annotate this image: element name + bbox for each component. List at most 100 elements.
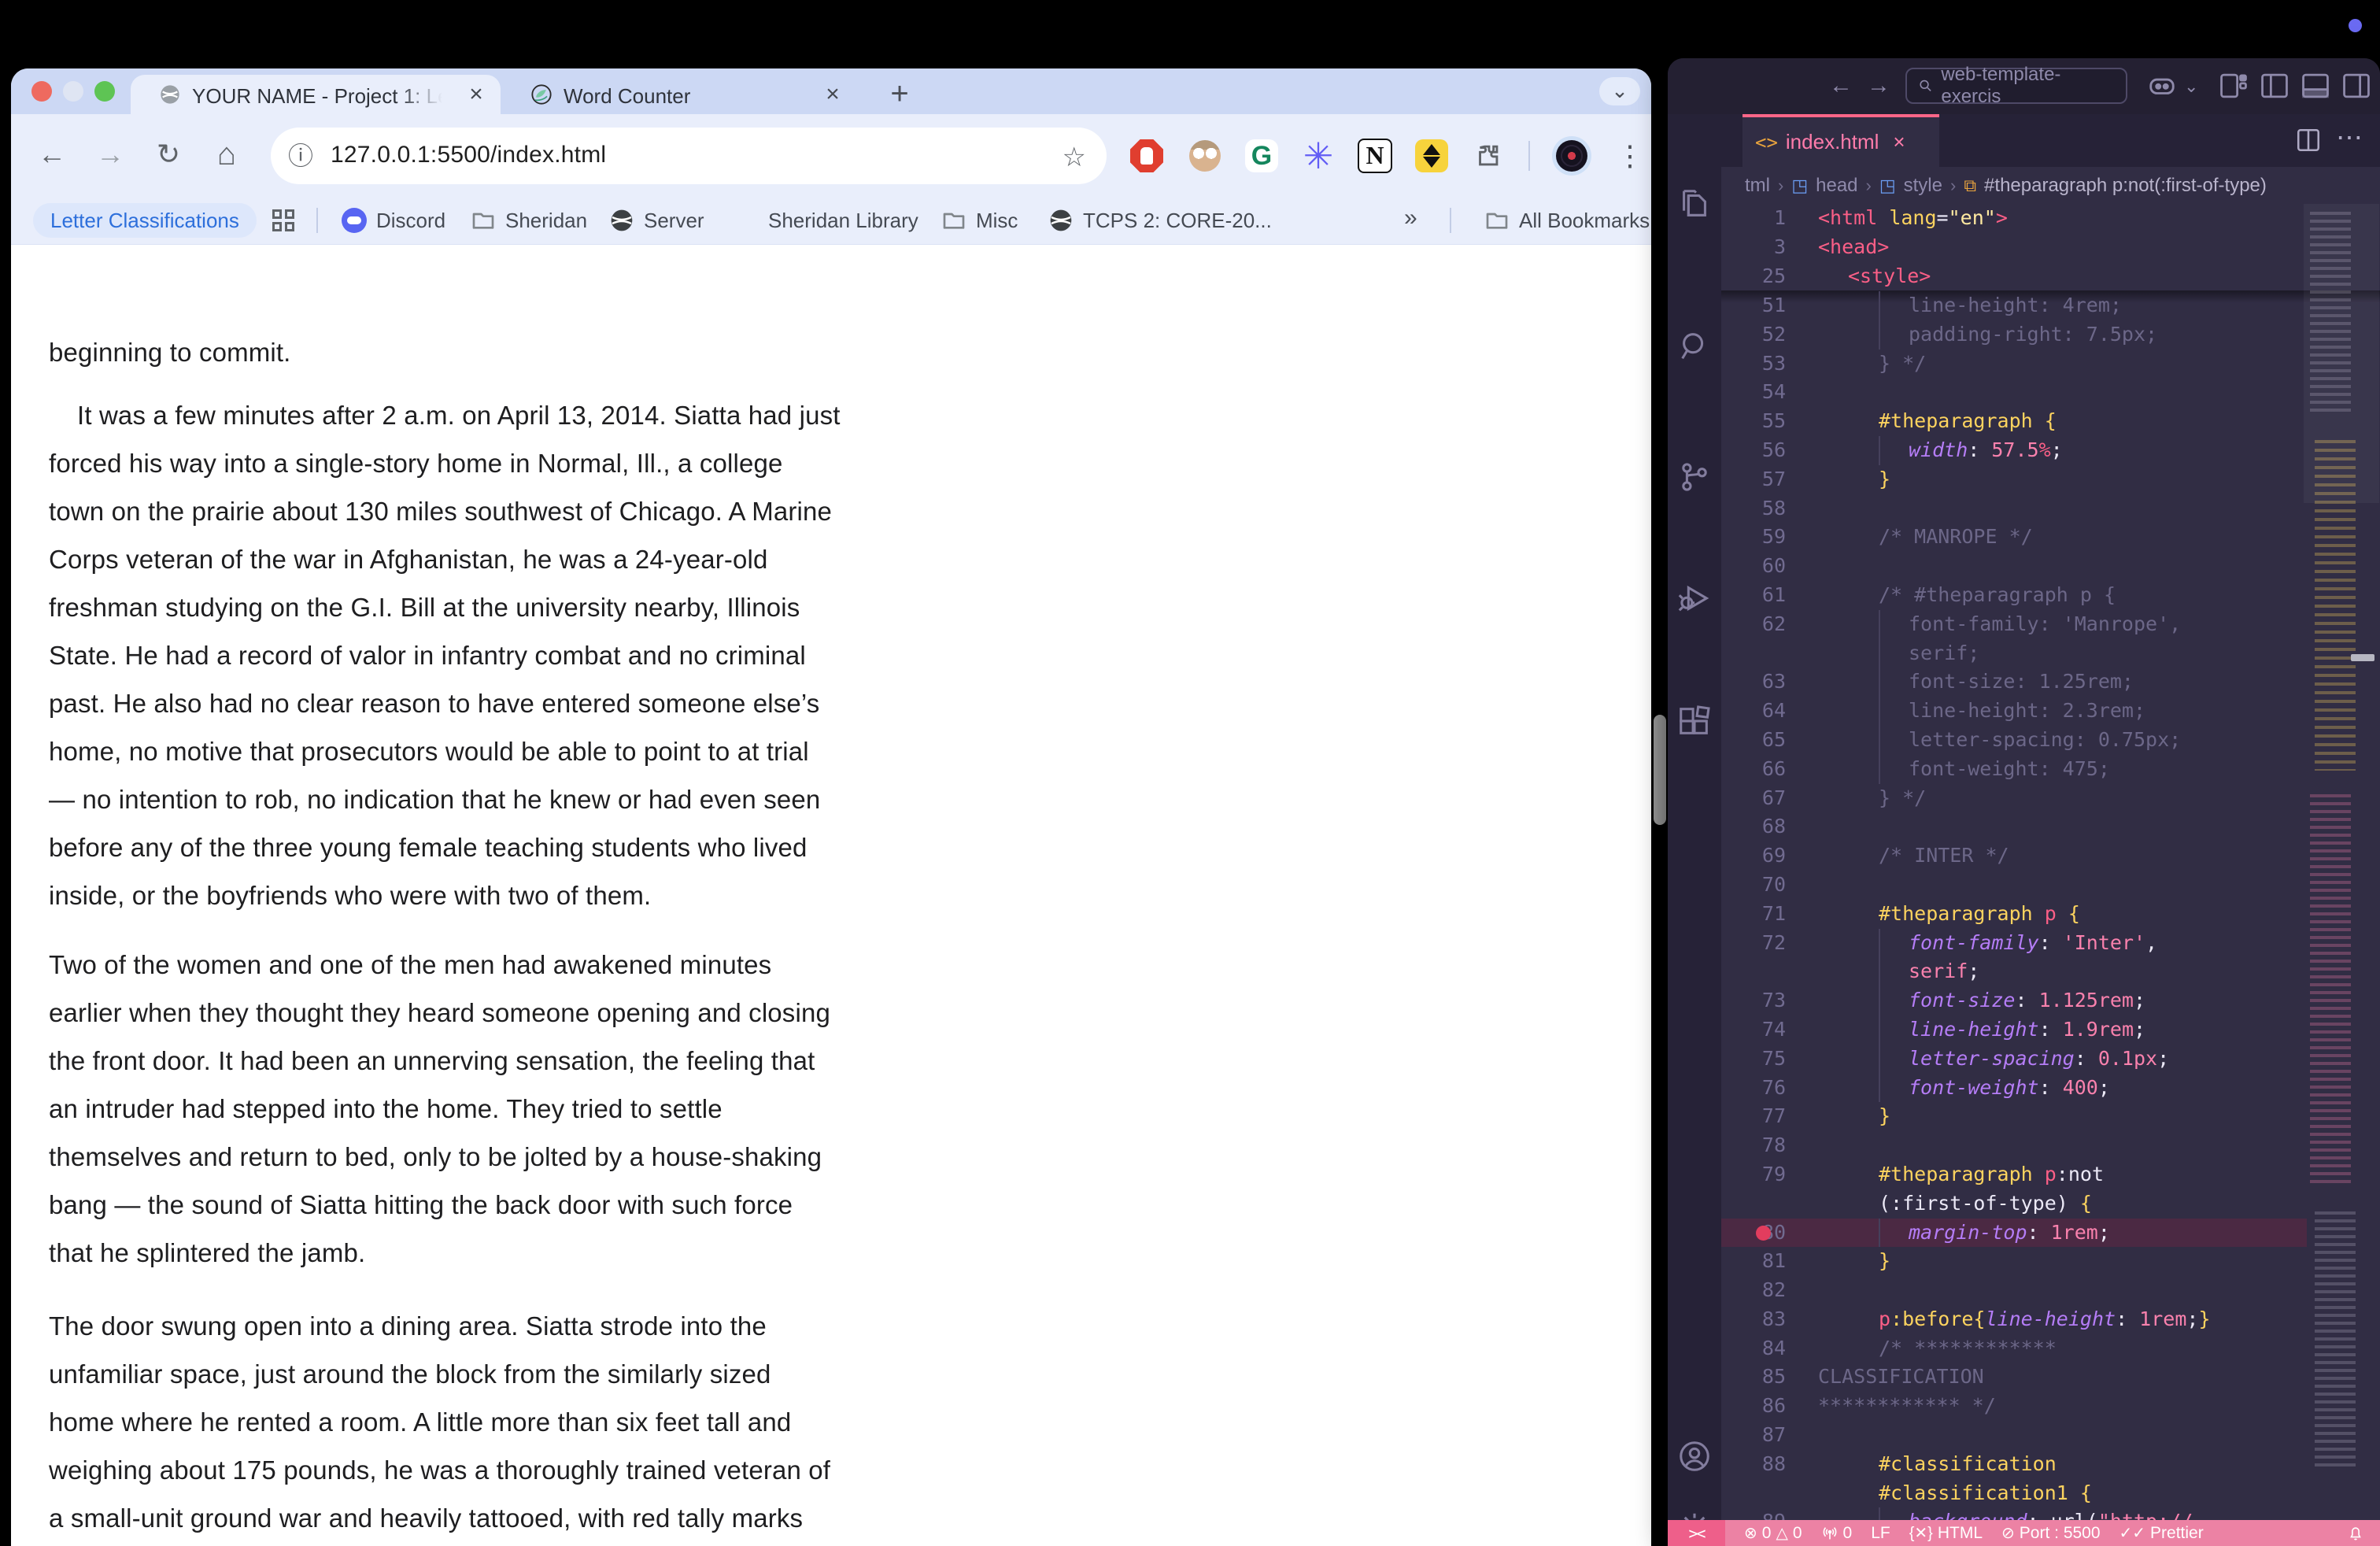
line-number[interactable]: 72 (1721, 929, 1797, 958)
problems-status[interactable]: ⊗ 0 △ 0 (1744, 1523, 1802, 1543)
more-actions-icon[interactable]: ⋯ (2336, 122, 2363, 153)
code-line[interactable]: 51line-height: 4rem; (1721, 291, 2380, 320)
tab-close-icon[interactable]: × (819, 82, 846, 109)
code-lines[interactable]: 51line-height: 4rem;52padding-right: 7.5… (1721, 291, 2380, 1537)
line-number[interactable]: 88 (1721, 1450, 1797, 1479)
line-number[interactable]: 84 (1721, 1334, 1797, 1363)
breakpoint-icon[interactable] (1756, 1226, 1771, 1241)
copilot-icon[interactable] (2146, 71, 2178, 101)
diamond-extension-icon[interactable] (1414, 138, 1450, 174)
line-number[interactable]: 69 (1721, 841, 1797, 871)
code-line[interactable]: 73font-size: 1.125rem; (1721, 986, 2380, 1015)
nav-forward-icon[interactable]: → (1863, 69, 1894, 102)
bookmark-discord[interactable]: Discord (342, 197, 445, 244)
line-number[interactable]: 71 (1721, 900, 1797, 929)
line-number[interactable]: 56 (1721, 436, 1797, 465)
explorer-icon[interactable] (1676, 187, 1713, 223)
forward-button[interactable]: → (90, 135, 131, 176)
tab-close-icon[interactable]: × (1893, 130, 1905, 154)
line-number[interactable]: 79 (1721, 1160, 1797, 1189)
breadcrumbs[interactable]: tml › ◳ head › ◳ style › ⧉ #theparagraph… (1721, 167, 2380, 204)
toggle-secondary-sidebar-icon[interactable] (2341, 72, 2371, 99)
window-close-button[interactable] (31, 81, 52, 102)
line-number[interactable]: 78 (1721, 1131, 1797, 1160)
line-number[interactable]: 83 (1721, 1305, 1797, 1334)
customize-layout-icon[interactable] (2219, 72, 2249, 99)
line-number[interactable]: 55 (1721, 407, 1797, 436)
run-debug-icon[interactable] (1676, 580, 1713, 616)
code-line[interactable]: serif; (1721, 957, 2380, 986)
code-line[interactable]: 54 (1721, 378, 2380, 407)
code-line[interactable]: 62font-family: 'Manrope', (1721, 610, 2380, 639)
notion-extension-icon[interactable]: N (1357, 138, 1393, 174)
bookmark-server[interactable]: Server (609, 197, 704, 244)
line-number[interactable]: 86 (1721, 1392, 1797, 1421)
browser-tab-inactive[interactable]: Word Counter × (508, 75, 867, 114)
code-line[interactable]: 65letter-spacing: 0.75px; (1721, 726, 2380, 755)
line-number[interactable]: 85 (1721, 1363, 1797, 1392)
port-status[interactable]: ⊘ Port : 5500 (2001, 1523, 2101, 1543)
bookmark-sheridan-library[interactable]: Sheridan Library (734, 197, 918, 244)
page-scrollbar-thumb[interactable] (1654, 715, 1666, 825)
bookmarks-overflow-chevrons[interactable]: » (1404, 205, 1417, 231)
chevron-down-icon[interactable]: ⌄ (2184, 71, 2198, 102)
code-line[interactable]: 76font-weight: 400; (1721, 1074, 2380, 1103)
code-line[interactable]: 71#theparagraph p { (1721, 900, 2380, 929)
browser-tab-active[interactable]: YOUR NAME - Project 1: Lette × (131, 75, 501, 114)
line-number[interactable]: 68 (1721, 812, 1797, 841)
line-number[interactable]: 3 (1721, 233, 1797, 262)
all-bookmarks[interactable]: All Bookmarks (1484, 197, 1650, 244)
tab-close-icon[interactable]: × (463, 82, 490, 109)
profile-avatar[interactable] (1552, 136, 1591, 176)
bookmark-star-icon[interactable]: ☆ (1062, 142, 1086, 173)
code-line[interactable]: 86************ */ (1721, 1392, 2380, 1421)
line-number[interactable]: 51 (1721, 291, 1797, 320)
code-line[interactable]: 70 (1721, 871, 2380, 900)
line-number[interactable]: 63 (1721, 668, 1797, 697)
line-number[interactable]: 53 (1721, 350, 1797, 379)
line-number[interactable]: 60 (1721, 552, 1797, 581)
account-icon[interactable] (1676, 1438, 1713, 1474)
toggle-panel-icon[interactable] (2301, 72, 2330, 99)
line-number[interactable]: 65 (1721, 726, 1797, 755)
line-number[interactable]: 76 (1721, 1074, 1797, 1103)
line-number[interactable]: 1 (1721, 204, 1797, 233)
address-bar[interactable]: ⓘ 127.0.0.1:5500/index.html ☆ (271, 128, 1107, 184)
code-line[interactable]: 85CLASSIFICATION (1721, 1363, 2380, 1392)
code-line[interactable]: 63font-size: 1.25rem; (1721, 668, 2380, 697)
home-button[interactable]: ⌂ (206, 135, 247, 176)
tab-search-chevron-icon[interactable]: ⌄ (1599, 77, 1640, 105)
code-line[interactable]: 55#theparagraph { (1721, 407, 2380, 436)
line-number[interactable]: 74 (1721, 1015, 1797, 1045)
code-line[interactable]: 80margin-top: 1rem; (1721, 1219, 2307, 1248)
grammarly-extension-icon[interactable]: G (1244, 138, 1280, 174)
code-line[interactable]: 52padding-right: 7.5px; (1721, 320, 2380, 350)
line-number[interactable]: 73 (1721, 986, 1797, 1015)
bookmark-folder-sheridan[interactable]: Sheridan (471, 197, 587, 244)
code-line[interactable]: 72font-family: 'Inter', (1721, 929, 2380, 958)
extensions-puzzle-icon[interactable] (1470, 138, 1506, 174)
code-line[interactable]: 79#theparagraph p:not (1721, 1160, 2380, 1189)
extensions-icon[interactable] (1676, 703, 1713, 739)
nav-back-icon[interactable]: ← (1825, 69, 1857, 102)
line-number[interactable]: 67 (1721, 784, 1797, 813)
code-line[interactable]: 83p:before{line-height: 1rem;} (1721, 1305, 2380, 1334)
persona-extension-icon[interactable] (1187, 138, 1223, 174)
editor-tab-index-html[interactable]: <> index.html × (1743, 114, 1939, 167)
line-number[interactable]: 57 (1721, 465, 1797, 494)
language-status[interactable]: {✕} HTML (1909, 1523, 1983, 1543)
code-line[interactable]: 61/* #theparagraph p { (1721, 581, 2380, 610)
code-line[interactable]: 56width: 57.5%; (1721, 436, 2380, 465)
code-line[interactable]: 3<head> (1721, 233, 2380, 262)
code-line[interactable]: (:first-of-type) { (1721, 1189, 2380, 1219)
code-line[interactable]: 53} */ (1721, 350, 2380, 379)
code-editor[interactable]: 1<html lang="en">3<head>25<style> 51line… (1721, 204, 2380, 1494)
line-number[interactable]: 70 (1721, 871, 1797, 900)
line-number[interactable]: 75 (1721, 1045, 1797, 1074)
line-number[interactable]: 62 (1721, 610, 1797, 639)
bookmark-tcps[interactable]: TCPS 2: CORE-20... (1048, 197, 1272, 244)
ports-status[interactable]: 0 (1821, 1524, 1853, 1543)
toggle-sidebar-icon[interactable] (2260, 72, 2289, 99)
code-line[interactable]: 87 (1721, 1421, 2380, 1450)
code-line[interactable]: 58 (1721, 494, 2380, 523)
